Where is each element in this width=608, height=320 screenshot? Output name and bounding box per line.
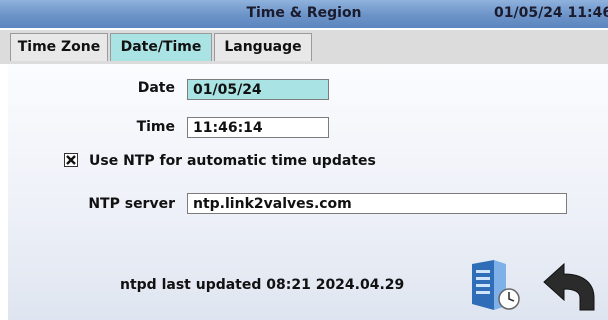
tab-language[interactable]: Language	[214, 33, 312, 61]
tab-bar: Time Zone Date/Time Language	[0, 30, 608, 64]
date-field[interactable]: 01/05/24	[187, 79, 329, 100]
ntp-server-field[interactable]: ntp.link2valves.com	[187, 193, 567, 214]
back-arrow-icon[interactable]	[542, 262, 598, 312]
server-clock-icon[interactable]	[468, 256, 524, 312]
ntp-checkbox[interactable]	[64, 153, 78, 167]
ntp-status-text: ntpd last updated 08:21 2024.04.29	[120, 277, 405, 293]
ntp-checkbox-label: Use NTP for automatic time updates	[89, 153, 376, 169]
ntp-server-label: NTP server	[88, 196, 175, 212]
time-field[interactable]: 11:46:14	[187, 117, 329, 138]
checkmark-icon	[66, 155, 76, 165]
tab-time-zone[interactable]: Time Zone	[10, 33, 108, 61]
tab-date-time[interactable]: Date/Time	[110, 33, 212, 61]
time-label: Time	[136, 119, 175, 135]
date-label: Date	[137, 80, 175, 96]
title-bar: Time & Region 01/05/24 11:46	[0, 0, 608, 28]
title-datetime: 01/05/24 11:46	[494, 5, 608, 21]
